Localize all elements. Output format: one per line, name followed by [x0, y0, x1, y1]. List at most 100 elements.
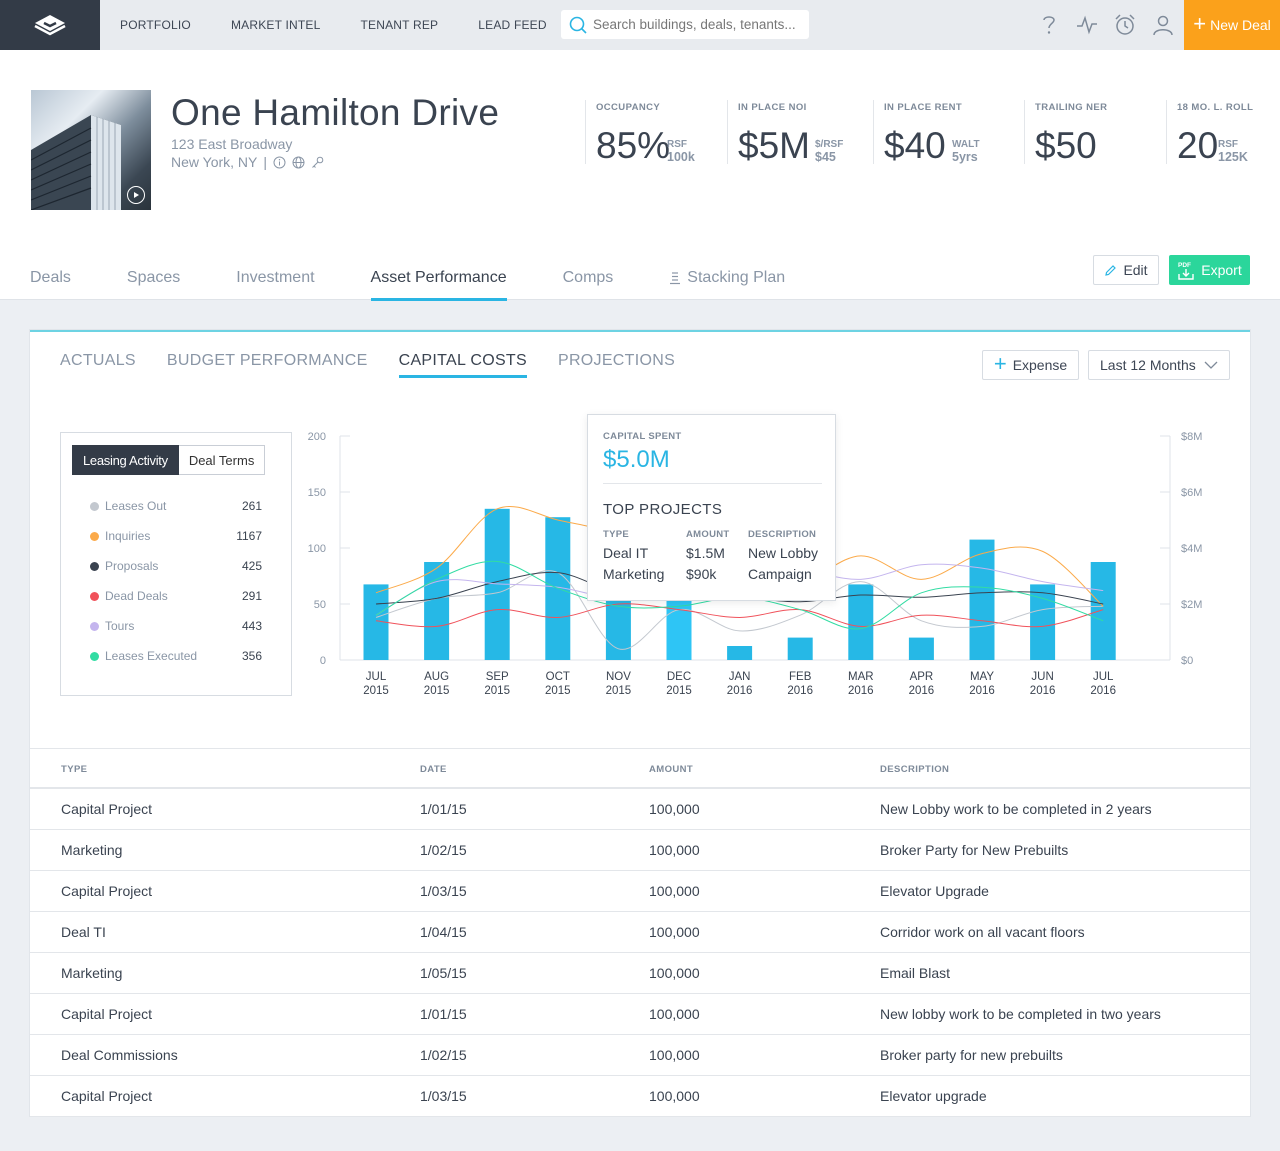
subtab-projections[interactable]: PROJECTIONS — [558, 352, 675, 376]
cell-date: 1/03/15 — [420, 1088, 467, 1104]
legend-value: 425 — [241, 559, 262, 573]
subtab-capital-costs[interactable]: CAPITAL COSTS — [398, 352, 528, 378]
legend-item[interactable]: Dead Deals 291 — [90, 581, 262, 611]
kpi-label: IN PLACE NOI — [738, 102, 807, 113]
column-header-amount[interactable]: AMOUNT — [649, 764, 693, 775]
subtab-budget-performance[interactable]: BUDGET PERFORMANCE — [167, 352, 368, 376]
add-expense-button[interactable]: + Expense — [982, 350, 1079, 380]
table-row[interactable]: Deal TI 1/04/15 100,000 Corridor work on al… — [30, 912, 1250, 953]
tab-comps[interactable]: Comps — [563, 269, 614, 299]
x-tick-label-month: MAY — [970, 671, 994, 683]
cell-type: Capital Project — [61, 883, 153, 899]
edit-button[interactable]: Edit — [1093, 255, 1159, 285]
tooltip-col-amount: AMOUNT — [686, 529, 730, 540]
table-row[interactable]: Capital Project 1/01/15 100,000 New lobby w… — [30, 994, 1250, 1035]
table-row[interactable]: Deal Commissions 1/02/15 100,000 Broker par… — [30, 1035, 1250, 1076]
export-label: Export — [1201, 262, 1242, 278]
legend-dot — [90, 531, 99, 541]
chart-bar — [787, 637, 813, 660]
kpi-trailing-ner: TRAILING NER $50 — [1024, 100, 1154, 164]
cell-amount: 100,000 — [649, 1006, 700, 1022]
tab-investment[interactable]: Investment — [236, 269, 314, 299]
tooltip-col-type: TYPE — [603, 529, 630, 540]
cell-date: 1/01/15 — [420, 1006, 467, 1022]
x-tick-label-month: JUL — [366, 671, 387, 683]
table-row[interactable]: Capital Project 1/01/15 100,000 New Lobby w… — [30, 789, 1250, 830]
legend-item[interactable]: Tours 443 — [90, 611, 262, 641]
table-row[interactable]: Marketing 1/05/15 100,000 Email Blast — [30, 953, 1250, 994]
utility-icons — [1036, 12, 1176, 38]
performance-subtabs: ACTUALS BUDGET PERFORMANCE CAPITAL COSTS… — [60, 352, 706, 378]
cell-date: 1/04/15 — [420, 924, 467, 940]
building-photo[interactable] — [31, 90, 151, 210]
tooltip-cell: $1.5M — [686, 545, 725, 561]
nav-portfolio[interactable]: PORTFOLIO — [120, 18, 191, 32]
toggle-leasing-activity[interactable]: Leasing Activity — [72, 445, 179, 475]
cell-description: New Lobby work to be completed in 2 year… — [880, 801, 1152, 817]
kpi-sub-label: RSF — [1218, 139, 1238, 150]
top-navigation: PORTFOLIO MARKET INTEL TENANT REP LEAD F… — [0, 0, 1280, 50]
y-left-tick-label: 200 — [308, 431, 326, 443]
column-header-description[interactable]: DESCRIPTION — [880, 764, 949, 775]
x-tick-label-year: 2015 — [363, 685, 389, 697]
cell-type: Capital Project — [61, 1088, 153, 1104]
legend-item[interactable]: Inquiries 1167 — [90, 521, 262, 551]
subtab-actuals[interactable]: ACTUALS — [60, 352, 136, 376]
brand-logo[interactable] — [0, 0, 100, 50]
legend-item[interactable]: Leases Out 261 — [90, 491, 262, 521]
tab-deals[interactable]: Deals — [30, 269, 71, 299]
legend-dot — [90, 591, 99, 601]
user-profile-icon[interactable] — [1150, 12, 1176, 38]
legend-item[interactable]: Proposals 425 — [90, 551, 262, 581]
x-tick-label-year: 2016 — [1030, 685, 1056, 697]
alarm-clock-icon[interactable] — [1112, 12, 1138, 38]
separator: | — [263, 154, 268, 170]
x-tick-label-month: JUL — [1093, 671, 1114, 683]
nav-tenant-rep[interactable]: TENANT REP — [360, 18, 438, 32]
tab-stacking-plan-label: Stacking Plan — [687, 269, 786, 286]
pencil-icon — [1105, 264, 1117, 276]
key-icon[interactable] — [311, 156, 324, 169]
legend-label: Inquiries — [105, 529, 151, 543]
legend-dot — [90, 621, 99, 631]
legend-dot — [90, 651, 99, 661]
toggle-deal-terms[interactable]: Deal Terms — [178, 445, 266, 475]
tab-asset-performance[interactable]: Asset Performance — [370, 269, 507, 301]
x-tick-label-month: FEB — [789, 671, 812, 683]
x-tick-label-month: MAR — [848, 671, 874, 683]
kpi-value: $40 — [884, 125, 946, 166]
table-row[interactable]: Capital Project 1/03/15 100,000 Elevator Up… — [30, 871, 1250, 912]
column-header-type[interactable]: TYPE — [61, 764, 87, 775]
help-icon[interactable] — [1036, 12, 1062, 38]
legend-dot — [90, 561, 99, 571]
tab-stacking-plan[interactable]: Stacking Plan — [669, 269, 785, 299]
globe-icon[interactable] — [292, 156, 305, 169]
nav-lead-feed[interactable]: LEAD FEED — [478, 18, 547, 32]
search-input[interactable] — [593, 17, 803, 32]
export-button[interactable]: PDF Export — [1169, 255, 1250, 285]
new-deal-button[interactable]: + New Deal — [1184, 0, 1280, 50]
activity-icon[interactable] — [1074, 12, 1100, 38]
cell-type: Capital Project — [61, 1006, 153, 1022]
legend-item[interactable]: Leases Executed 356 — [90, 641, 262, 671]
nav-market-intel[interactable]: MARKET INTEL — [231, 18, 321, 32]
info-icon[interactable] — [273, 156, 286, 169]
x-tick-label-year: 2015 — [484, 685, 510, 697]
cell-description: Email Blast — [880, 965, 951, 981]
table-row[interactable]: Capital Project 1/03/15 100,000 Elevator up… — [30, 1076, 1250, 1117]
cell-description: Elevator Upgrade — [880, 883, 989, 899]
x-tick-label-year: 2016 — [787, 685, 813, 697]
column-header-date[interactable]: DATE — [420, 764, 447, 775]
chart-bar — [727, 646, 753, 660]
table-header: TYPE DATE AMOUNT DESCRIPTION — [30, 748, 1250, 789]
table-row[interactable]: Marketing 1/02/15 100,000 Broker Party for … — [30, 830, 1250, 871]
play-video-icon[interactable] — [127, 186, 145, 204]
kpi-label: OCCUPANCY — [596, 102, 661, 113]
legend-value: 291 — [241, 589, 262, 603]
tab-spaces[interactable]: Spaces — [127, 269, 180, 299]
cell-date: 1/02/15 — [420, 1047, 467, 1063]
cell-date: 1/01/15 — [420, 801, 467, 817]
cell-amount: 100,000 — [649, 965, 700, 981]
cell-date: 1/05/15 — [420, 965, 467, 981]
date-range-select[interactable]: Last 12 Months — [1088, 350, 1230, 380]
